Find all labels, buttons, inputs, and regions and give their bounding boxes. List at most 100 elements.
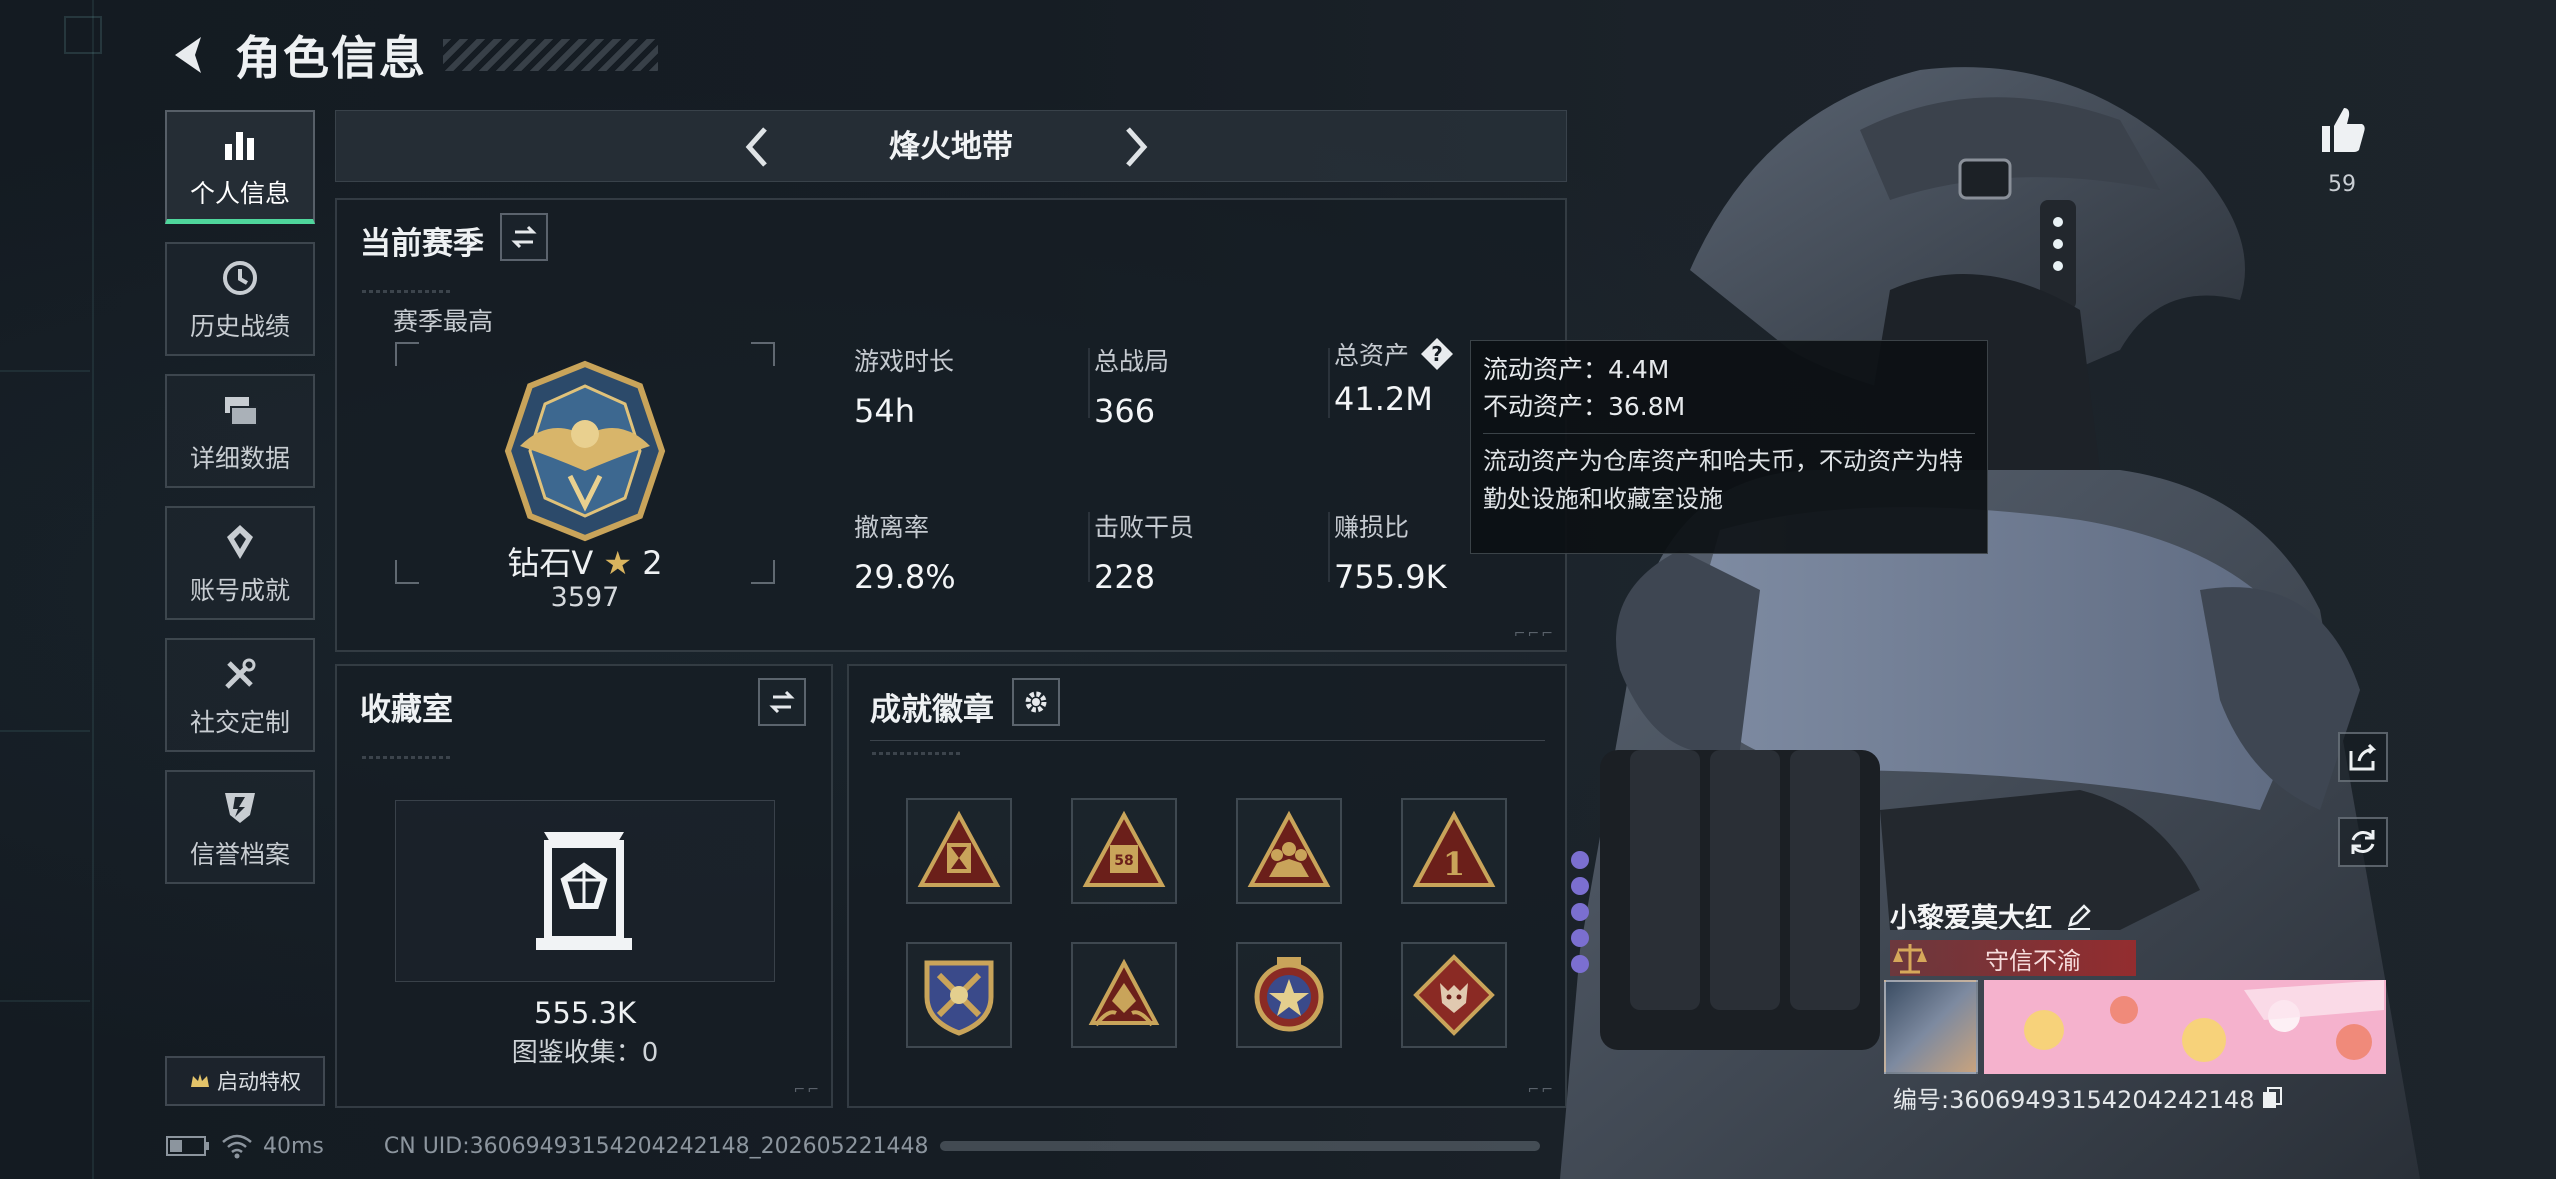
badge-slot[interactable] [1236, 942, 1342, 1048]
stat-play-time: 游戏时长 54h [854, 342, 954, 430]
grid-line [0, 1000, 90, 1002]
svg-text:?: ? [1431, 342, 1443, 366]
stat-total-matches: 总战局 366 [1094, 342, 1169, 430]
wrench-tools-icon [225, 658, 256, 689]
stat-extraction-rate: 撤离率 29.8% [854, 508, 956, 596]
page-header: 角色信息 [165, 22, 658, 88]
privilege-label: 启动特权 [217, 1070, 301, 1094]
stat-label: 总资产 ? [1334, 336, 1455, 372]
season-switch-button[interactable] [500, 213, 548, 261]
stat-value: 29.8% [854, 558, 956, 596]
badge-slot[interactable]: 58 [1071, 798, 1177, 904]
grid-line [0, 370, 90, 372]
badges-settings-button[interactable] [1012, 678, 1060, 726]
badge-slot[interactable] [1401, 942, 1507, 1048]
thumbs-up-icon[interactable] [2316, 104, 2368, 156]
rank-score: 3597 [550, 582, 620, 613]
season-title: 当前赛季 [360, 226, 484, 262]
like-count: 59 [2328, 172, 2356, 197]
sidebar-item-personal-info[interactable]: 个人信息 [165, 110, 315, 224]
profile-banner[interactable] [1984, 980, 2386, 1074]
badge-slot[interactable] [906, 942, 1012, 1048]
tooltip-liquid-assets: 流动资产：4.4M [1483, 355, 1670, 384]
deco-square [64, 16, 102, 54]
badge-slot[interactable]: 1 [1401, 798, 1507, 904]
crown-icon [191, 1074, 209, 1087]
stack-data-icon [225, 397, 258, 426]
display-case-icon [536, 832, 632, 950]
team-badge-icon [1247, 810, 1331, 887]
stat-value: 54h [854, 392, 915, 430]
stat-divider [1328, 348, 1330, 418]
bar-chart-icon [225, 131, 254, 160]
refresh-icon [2351, 830, 2375, 854]
stat-value: 41.2M [1334, 380, 1433, 418]
number-58-badge-icon: 58 [1082, 810, 1166, 887]
badge-slot[interactable] [906, 798, 1012, 904]
ping-value: 40ms [263, 1133, 324, 1159]
share-button[interactable] [2338, 732, 2388, 782]
back-arrow-icon[interactable] [165, 31, 213, 79]
divider [870, 740, 1545, 741]
avatar[interactable] [1884, 980, 1978, 1074]
stat-label-text: 总资产 [1334, 341, 1410, 370]
assets-tooltip: 流动资产：4.4M 不动资产：36.8M 流动资产为仓库资产和哈夫币，不动资产为… [1470, 340, 1988, 554]
status-footer: 40ms CN UID:3606949315420424214​8_202605… [165, 1126, 929, 1166]
deco-lines [362, 290, 452, 293]
sidebar-item-achievement[interactable]: 账号成就 [165, 506, 315, 620]
rank-name: 钻石V ★ 2 [460, 538, 710, 584]
season-best-label: 赛季最高 [393, 307, 494, 336]
sidebar-item-label: 账号成就 [189, 576, 290, 605]
uid-text: CN UID:3606949315420424214​8_2026052214​… [383, 1133, 929, 1159]
svg-text:58: 58 [1114, 853, 1133, 869]
player-name: 小黎爱莫大红 [1890, 896, 2094, 935]
deco-lines [362, 756, 452, 759]
rank-star-icon: ★ [603, 544, 633, 582]
sidebar-item-detail-data[interactable]: 详细数据 [165, 374, 315, 488]
start-privilege-button[interactable]: 启动特权 [165, 1056, 325, 1106]
honor-title-badge[interactable]: 守信不渝 [1890, 940, 2136, 976]
corner-decoration: ⌐⌐ [1527, 1082, 1555, 1098]
swap-arrows-icon [511, 225, 537, 249]
sidebar-item-label: 详细数据 [189, 444, 290, 473]
mode-selector: 烽火地带 [335, 110, 1567, 182]
hourglass-badge-icon [917, 810, 1001, 887]
shield-crest-badge-icon [924, 960, 994, 1036]
svg-text:1: 1 [1443, 845, 1465, 883]
sidebar-item-history[interactable]: 历史战绩 [165, 242, 315, 356]
horizontal-scrollbar[interactable] [940, 1141, 1540, 1151]
collection-switch-button[interactable] [758, 678, 806, 726]
corner-decoration: ⌐⌐⌐ [1513, 626, 1555, 642]
deco-lines [872, 752, 962, 755]
player-id: 编号:3606949315420424214​8 [1893, 1080, 2284, 1115]
badge-slot[interactable] [1236, 798, 1342, 904]
chevron-right-icon[interactable] [1106, 119, 1162, 175]
sidebar-item-social[interactable]: 社交定制 [165, 638, 315, 752]
stat-divider [1088, 512, 1090, 582]
player-id-text: 编号:3606949315420424214​8 [1893, 1086, 2255, 1114]
number-1-badge-icon: 1 [1412, 810, 1496, 887]
stat-label: 赚损比 [1334, 513, 1410, 542]
triangle-hands-badge-icon [1088, 958, 1160, 1027]
badge-slot[interactable] [1071, 942, 1177, 1048]
sidebar-item-label: 社交定制 [189, 708, 290, 737]
edit-pencil-icon[interactable] [2064, 901, 2094, 931]
sidebar-item-label: 个人信息 [189, 178, 290, 208]
credibility-shield-icon [225, 793, 255, 823]
stat-value: 755.9K [1334, 558, 1447, 596]
sidebar-item-credibility[interactable]: 信誉档案 [165, 770, 315, 884]
star-round-badge-icon [1254, 957, 1324, 1032]
help-question-icon[interactable]: ? [1419, 336, 1455, 372]
refresh-button[interactable] [2338, 817, 2388, 867]
clock-history-icon [223, 261, 257, 295]
stat-divider [1328, 512, 1330, 582]
copy-icon[interactable] [2260, 1086, 2284, 1110]
sidebar-item-label: 历史战绩 [189, 312, 290, 341]
tooltip-description: 流动资产为仓库资产和哈夫币，不动资产为特勤处设施和收藏室设施 [1483, 447, 1963, 513]
wifi-icon [222, 1134, 252, 1159]
stat-value: 366 [1094, 392, 1156, 430]
honor-title-text: 守信不渝 [1985, 946, 2081, 975]
sidebar: 个人信息 历史战绩 详细数据 账号成就 社交定制 信誉档案 [165, 110, 315, 902]
badges-title: 成就徽章 [870, 692, 994, 728]
stat-value: 228 [1094, 558, 1156, 596]
